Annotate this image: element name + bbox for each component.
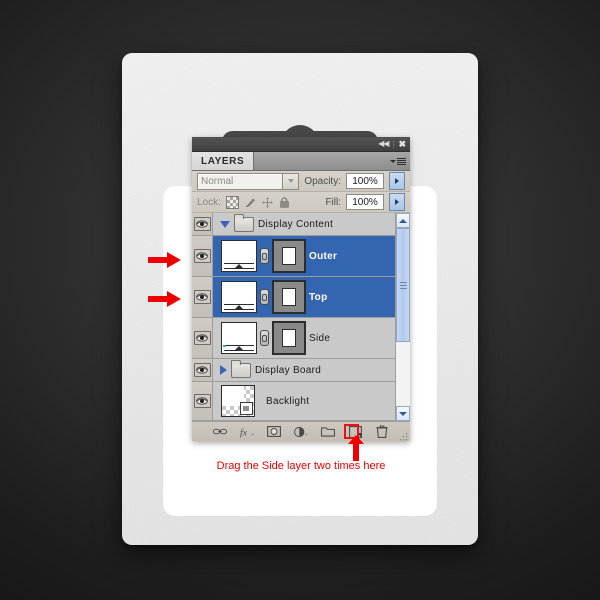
layer-row-body[interactable]: Display Board bbox=[213, 359, 395, 381]
fill-label: Fill: bbox=[325, 196, 341, 208]
layer-thumbnail[interactable] bbox=[221, 385, 255, 417]
layer-list: Display Content Outer Top Side Display B… bbox=[192, 213, 410, 421]
lock-position-icon[interactable] bbox=[261, 196, 273, 208]
visibility-cell[interactable] bbox=[192, 318, 213, 358]
visibility-cell[interactable] bbox=[192, 277, 213, 317]
eye-icon[interactable] bbox=[193, 217, 211, 231]
panel-menu-icon[interactable] bbox=[390, 157, 406, 165]
layer-name: Display Content bbox=[258, 218, 334, 230]
lock-label: Lock: bbox=[197, 196, 221, 208]
arrow-to-outer-layer bbox=[148, 251, 182, 269]
layer-thumbnail[interactable] bbox=[221, 240, 257, 272]
panel-tab-row: LAYERS bbox=[192, 152, 410, 171]
scroll-down-icon[interactable] bbox=[396, 406, 410, 421]
blend-opacity-row: Normal Opacity: 100% bbox=[192, 171, 410, 192]
layer-name: Display Board bbox=[255, 364, 322, 376]
layers-panel-footer: fx bbox=[192, 421, 410, 441]
lock-transparency-icon[interactable] bbox=[225, 195, 239, 209]
disclosure-triangle-open-icon[interactable] bbox=[220, 220, 230, 228]
add-layer-mask-icon[interactable] bbox=[267, 425, 281, 439]
layer-mask-thumbnail[interactable] bbox=[272, 321, 306, 355]
visibility-cell[interactable] bbox=[192, 359, 213, 381]
visibility-cell[interactable] bbox=[192, 382, 213, 420]
new-adjustment-layer-icon[interactable] bbox=[294, 425, 308, 439]
link-mask-icon[interactable] bbox=[260, 248, 269, 264]
close-icon[interactable]: ✖ bbox=[398, 139, 406, 149]
folder-icon bbox=[234, 213, 254, 232]
layer-row-outer[interactable]: Outer bbox=[192, 236, 395, 277]
layer-name: Side bbox=[309, 332, 331, 344]
layer-row-side[interactable]: Side bbox=[192, 318, 395, 359]
layer-thumbnail[interactable] bbox=[221, 322, 257, 354]
resize-grip-icon[interactable] bbox=[400, 432, 408, 441]
layer-name: Outer bbox=[309, 250, 338, 262]
blend-mode-value: Normal bbox=[201, 175, 234, 187]
layer-row-display-board[interactable]: Display Board bbox=[192, 359, 395, 382]
layer-name: Top bbox=[309, 291, 328, 303]
layer-mask-thumbnail[interactable] bbox=[272, 239, 306, 273]
layer-row-body[interactable]: Side bbox=[213, 318, 395, 358]
chevron-down-icon[interactable] bbox=[282, 172, 300, 190]
panel-menu-bars bbox=[397, 157, 406, 165]
delete-layer-icon[interactable] bbox=[375, 425, 389, 439]
opacity-input[interactable]: 100% bbox=[346, 173, 384, 189]
layer-style-fx-icon[interactable]: fx bbox=[240, 425, 254, 439]
fill-input[interactable]: 100% bbox=[346, 194, 384, 210]
disclosure-triangle-closed-icon[interactable] bbox=[220, 365, 227, 375]
layer-list-scrollbar[interactable] bbox=[395, 213, 410, 421]
eye-icon[interactable] bbox=[193, 290, 211, 304]
lock-all-icon[interactable] bbox=[279, 196, 290, 208]
eye-icon[interactable] bbox=[193, 249, 211, 263]
eye-icon[interactable] bbox=[193, 394, 211, 408]
lock-icon-group bbox=[225, 195, 290, 209]
blend-mode-select[interactable]: Normal bbox=[197, 172, 300, 190]
tab-filler bbox=[254, 152, 410, 170]
arrow-to-top-layer bbox=[148, 290, 182, 308]
layer-list-rows: Display Content Outer Top Side Display B… bbox=[192, 213, 395, 421]
new-group-icon[interactable] bbox=[321, 425, 335, 439]
link-layers-icon[interactable] bbox=[213, 425, 227, 439]
lock-fill-row: Lock: Fill: 100% bbox=[192, 192, 410, 213]
screenshot-root: ◀◀ | ✖ LAYERS Normal Opacity: 100% Lock:… bbox=[0, 0, 600, 600]
link-mask-icon[interactable] bbox=[260, 330, 269, 346]
layer-row-body[interactable]: Outer bbox=[213, 236, 395, 276]
layer-thumbnail[interactable] bbox=[221, 281, 257, 313]
opacity-stepper-icon[interactable] bbox=[389, 172, 405, 190]
scroll-up-icon[interactable] bbox=[396, 213, 410, 228]
folder-icon bbox=[231, 359, 251, 378]
visibility-cell[interactable] bbox=[192, 236, 213, 276]
scroll-thumb[interactable] bbox=[396, 228, 410, 342]
panel-menu-caret bbox=[390, 159, 396, 163]
titlebar-divider: | bbox=[392, 139, 395, 149]
layer-row-body[interactable]: Backlight bbox=[213, 382, 395, 420]
layers-panel: ◀◀ | ✖ LAYERS Normal Opacity: 100% Lock:… bbox=[192, 137, 410, 441]
link-mask-icon[interactable] bbox=[260, 289, 269, 305]
tab-layers[interactable]: LAYERS bbox=[192, 152, 255, 170]
visibility-cell[interactable] bbox=[192, 213, 213, 235]
lock-image-icon[interactable] bbox=[245, 197, 256, 208]
arrow-to-new-layer-button bbox=[348, 435, 364, 461]
fill-stepper-icon[interactable] bbox=[389, 193, 405, 211]
scroll-track[interactable] bbox=[396, 228, 410, 406]
layer-row-top[interactable]: Top bbox=[192, 277, 395, 318]
layer-row-body[interactable]: Top bbox=[213, 277, 395, 317]
layer-row-display-content[interactable]: Display Content bbox=[192, 213, 395, 236]
layer-name: Backlight bbox=[266, 395, 310, 407]
svg-text:fx: fx bbox=[240, 427, 248, 438]
collapse-icon[interactable]: ◀◀ bbox=[378, 140, 389, 148]
layer-row-body[interactable]: Display Content bbox=[213, 213, 395, 235]
layer-mask-thumbnail[interactable] bbox=[272, 280, 306, 314]
eye-icon[interactable] bbox=[193, 363, 211, 377]
tab-layers-label: LAYERS bbox=[201, 155, 245, 167]
panel-titlebar: ◀◀ | ✖ bbox=[192, 137, 410, 152]
instruction-note: Drag the Side layer two times here bbox=[216, 460, 386, 472]
layer-row-backlight[interactable]: Backlight bbox=[192, 382, 395, 421]
opacity-label: Opacity: bbox=[304, 175, 341, 187]
eye-icon[interactable] bbox=[193, 331, 211, 345]
